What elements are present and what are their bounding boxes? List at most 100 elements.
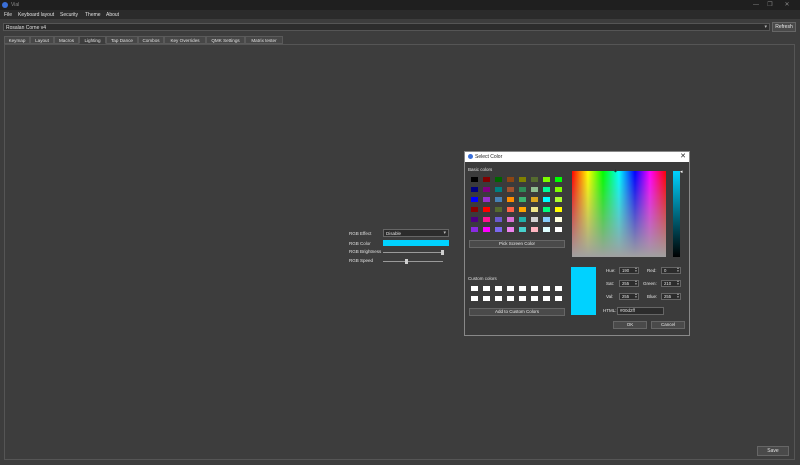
basic-color-swatch[interactable] [531,207,538,212]
keyboard-select[interactable]: Rosalan Corne v4 ▾ [3,23,770,31]
basic-color-swatch[interactable] [483,177,490,182]
basic-color-swatch[interactable] [495,207,502,212]
spin-arrows-icon[interactable]: ▲ ▼ [676,280,680,287]
minimize-icon[interactable]: — [752,1,760,9]
basic-color-swatch[interactable] [531,177,538,182]
pick-screen-color-button[interactable]: Pick Screen Color [469,240,565,248]
basic-color-swatch[interactable] [519,227,526,232]
custom-color-swatch[interactable] [471,286,478,291]
spin-arrows-icon[interactable]: ▲ ▼ [676,293,680,300]
save-button[interactable]: Save [757,446,789,456]
custom-color-swatch[interactable] [507,286,514,291]
custom-color-swatch[interactable] [483,286,490,291]
custom-color-swatch[interactable] [519,286,526,291]
basic-color-swatch[interactable] [555,177,562,182]
basic-color-swatch[interactable] [483,187,490,192]
basic-color-swatch[interactable] [483,197,490,202]
basic-color-swatch[interactable] [483,227,490,232]
green-spinbox[interactable]: 210 ▲ ▼ [661,280,681,287]
basic-color-swatch[interactable] [519,177,526,182]
basic-color-swatch[interactable] [555,197,562,202]
basic-color-swatch[interactable] [555,187,562,192]
tab-tap-dance[interactable]: Tap Dance [106,36,138,44]
basic-color-swatch[interactable] [471,197,478,202]
close-icon[interactable]: ✕ [783,1,791,9]
basic-color-swatch[interactable] [543,197,550,202]
basic-color-swatch[interactable] [471,187,478,192]
custom-color-swatch[interactable] [555,296,562,301]
rgb-speed-slider[interactable] [383,261,443,262]
custom-color-swatch[interactable] [495,286,502,291]
menu-keyboard-layout[interactable]: Keyboard layout [18,12,54,18]
html-color-input[interactable]: #00d2ff [617,307,664,315]
basic-color-swatch[interactable] [471,227,478,232]
basic-color-swatch[interactable] [519,197,526,202]
basic-color-swatch[interactable] [519,217,526,222]
basic-color-swatch[interactable] [543,227,550,232]
custom-color-swatch[interactable] [543,296,550,301]
sat-spinbox[interactable]: 255 ▲ ▼ [619,280,639,287]
hue-spinbox[interactable]: 190 ▲ ▼ [619,267,639,274]
basic-color-swatch[interactable] [543,217,550,222]
custom-color-swatch[interactable] [543,286,550,291]
basic-color-swatch[interactable] [495,217,502,222]
tab-macros[interactable]: Macros [54,36,79,44]
basic-color-swatch[interactable] [531,217,538,222]
basic-color-swatch[interactable] [507,217,514,222]
close-icon[interactable]: ✕ [680,152,686,160]
menu-security[interactable]: Security [60,12,78,18]
ok-button[interactable]: OK [613,321,647,329]
custom-color-swatch[interactable] [507,296,514,301]
tab-lighting[interactable]: Lighting [79,36,106,44]
custom-color-swatch[interactable] [471,296,478,301]
spin-arrows-icon[interactable]: ▲ ▼ [634,280,638,287]
menu-file[interactable]: File [4,12,12,18]
basic-color-swatch[interactable] [519,187,526,192]
basic-color-swatch[interactable] [495,197,502,202]
color-spectrum[interactable] [572,171,666,257]
blue-spinbox[interactable]: 255 ▲ ▼ [661,293,681,300]
tab-combos[interactable]: Combos [138,36,164,44]
basic-color-swatch[interactable] [483,207,490,212]
tab-key-overrides[interactable]: Key Overrides [164,36,206,44]
rgb-effect-select[interactable]: Disable ▾ [383,229,449,237]
basic-color-swatch[interactable] [519,207,526,212]
basic-color-swatch[interactable] [495,177,502,182]
custom-color-swatch[interactable] [531,286,538,291]
basic-color-swatch[interactable] [507,187,514,192]
cancel-button[interactable]: Cancel [651,321,685,329]
rgb-color-button[interactable] [383,240,449,246]
rgb-brightness-slider[interactable] [383,252,443,253]
custom-color-swatch[interactable] [519,296,526,301]
basic-color-swatch[interactable] [531,227,538,232]
menu-about[interactable]: About [106,12,119,18]
custom-color-swatch[interactable] [483,296,490,301]
tab-keymap[interactable]: Keymap [4,36,30,44]
basic-color-swatch[interactable] [507,197,514,202]
basic-color-swatch[interactable] [471,207,478,212]
custom-color-swatch[interactable] [531,296,538,301]
refresh-button[interactable]: Refresh [772,22,796,32]
spin-arrows-icon[interactable]: ▲ ▼ [634,267,638,274]
custom-color-swatch[interactable] [555,286,562,291]
tab-layout[interactable]: Layout [30,36,54,44]
tab-qmk-settings[interactable]: QMK Settings [206,36,245,44]
basic-color-swatch[interactable] [531,197,538,202]
value-slider[interactable] [673,171,680,257]
basic-color-swatch[interactable] [543,207,550,212]
basic-color-swatch[interactable] [507,207,514,212]
basic-color-swatch[interactable] [507,177,514,182]
basic-color-swatch[interactable] [483,217,490,222]
slider-arrow-icon[interactable]: ◂ [680,169,683,175]
custom-color-swatch[interactable] [495,296,502,301]
add-to-custom-colors-button[interactable]: Add to Custom Colors [469,308,565,316]
spin-arrows-icon[interactable]: ▲ ▼ [676,267,680,274]
spin-arrows-icon[interactable]: ▲ ▼ [634,293,638,300]
basic-color-swatch[interactable] [495,227,502,232]
val-spinbox[interactable]: 255 ▲ ▼ [619,293,639,300]
basic-color-swatch[interactable] [555,227,562,232]
red-spinbox[interactable]: 0 ▲ ▼ [661,267,681,274]
menu-theme[interactable]: Theme [85,12,101,18]
basic-color-swatch[interactable] [531,187,538,192]
rgb-brightness-handle[interactable] [441,250,444,255]
